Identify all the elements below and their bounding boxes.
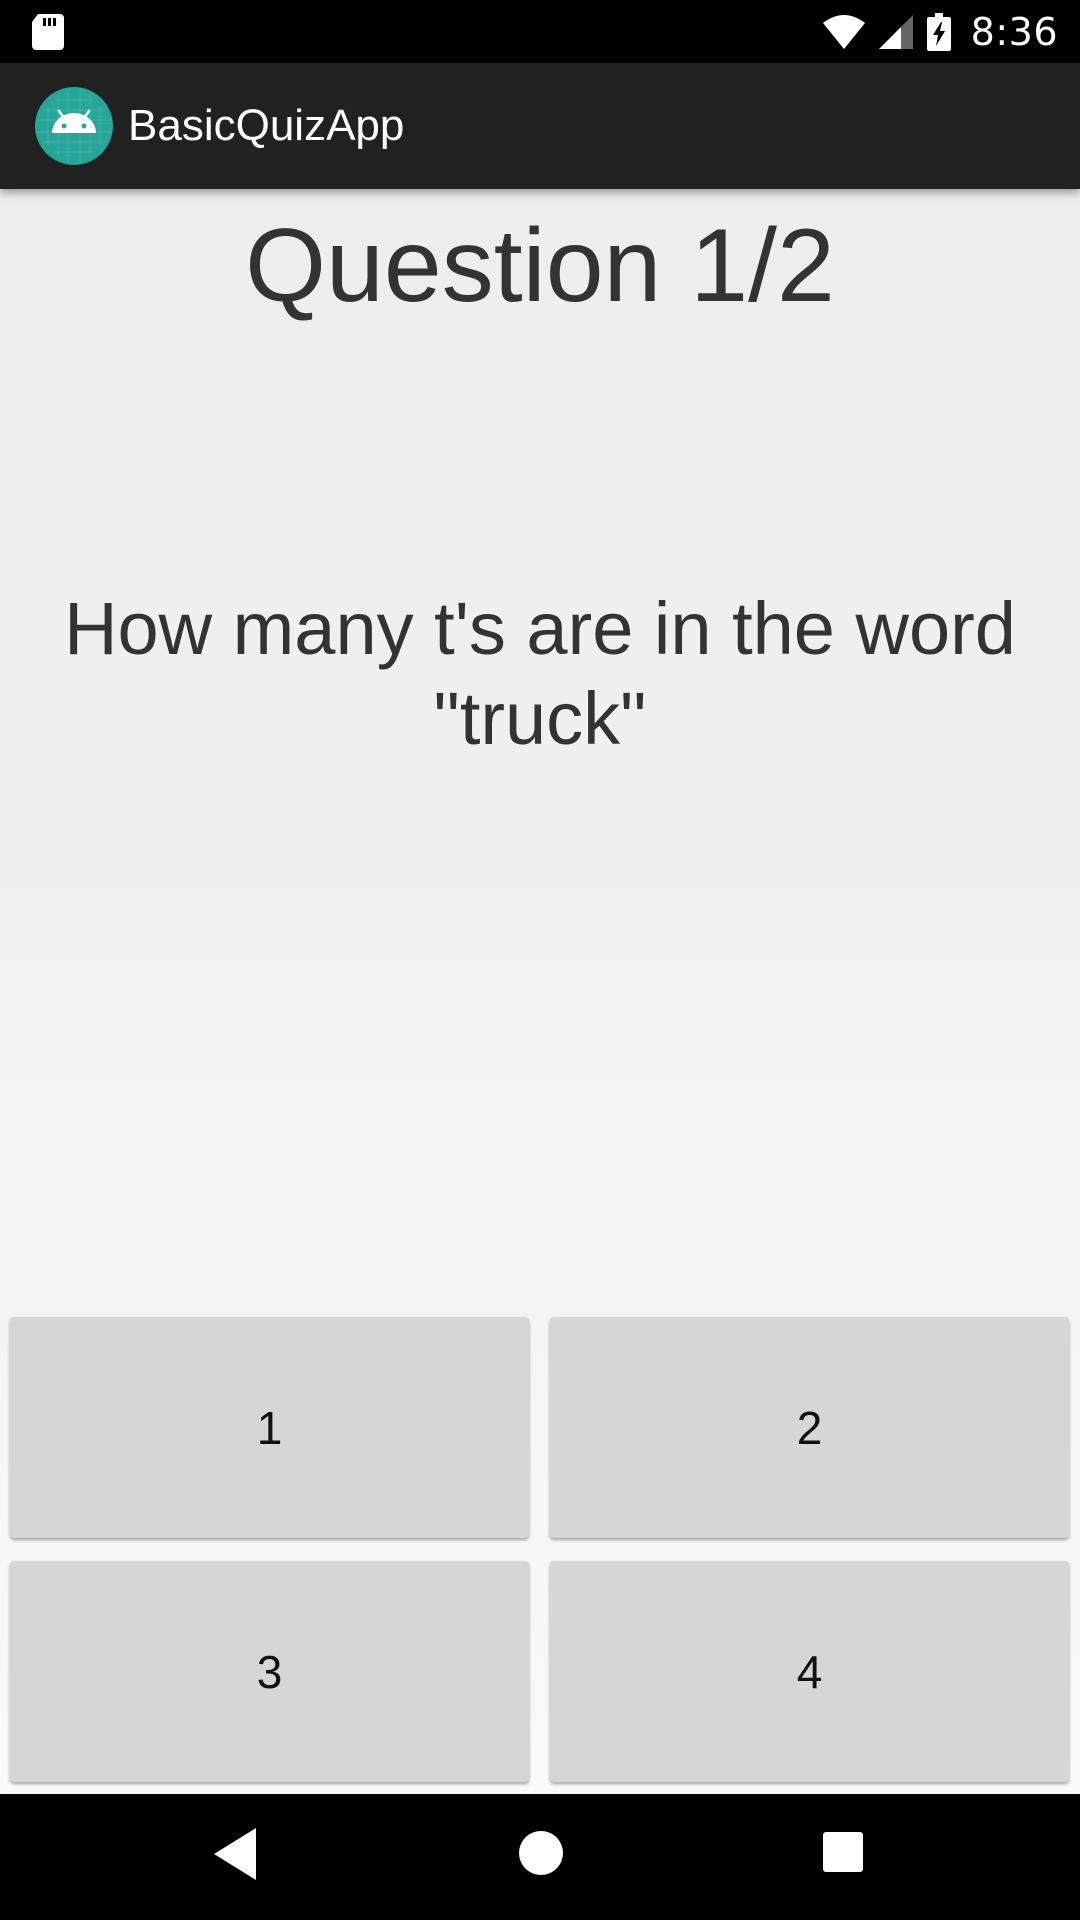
status-icons: 8:36 xyxy=(822,0,1058,63)
android-icon xyxy=(35,87,113,165)
status-clock: 8:36 xyxy=(970,9,1058,54)
screen: 8:36 BasicQuizApp Question 1/2 How many … xyxy=(0,0,1080,1920)
answer-button-1[interactable]: 1 xyxy=(10,1317,529,1538)
question-counter: Question 1/2 xyxy=(245,208,835,324)
quiz-content: Question 1/2 How many t's are in the wor… xyxy=(0,189,1080,1794)
answer-button-4[interactable]: 4 xyxy=(550,1561,1069,1782)
wifi-icon xyxy=(822,14,865,49)
sd-card-icon xyxy=(32,14,64,50)
answer-button-3[interactable]: 3 xyxy=(10,1561,529,1782)
status-bar: 8:36 xyxy=(0,0,1080,63)
back-icon[interactable] xyxy=(214,1828,256,1880)
battery-charging-icon xyxy=(926,12,951,51)
navigation-bar xyxy=(0,1794,1080,1920)
home-icon[interactable] xyxy=(519,1831,563,1875)
app-title: BasicQuizApp xyxy=(128,101,405,150)
cell-signal-icon xyxy=(878,14,913,49)
question-text: How many t's are in the word "truck" xyxy=(64,587,1016,760)
app-bar: BasicQuizApp xyxy=(0,63,1080,189)
answer-button-2[interactable]: 2 xyxy=(550,1317,1069,1538)
recents-icon[interactable] xyxy=(823,1832,863,1872)
